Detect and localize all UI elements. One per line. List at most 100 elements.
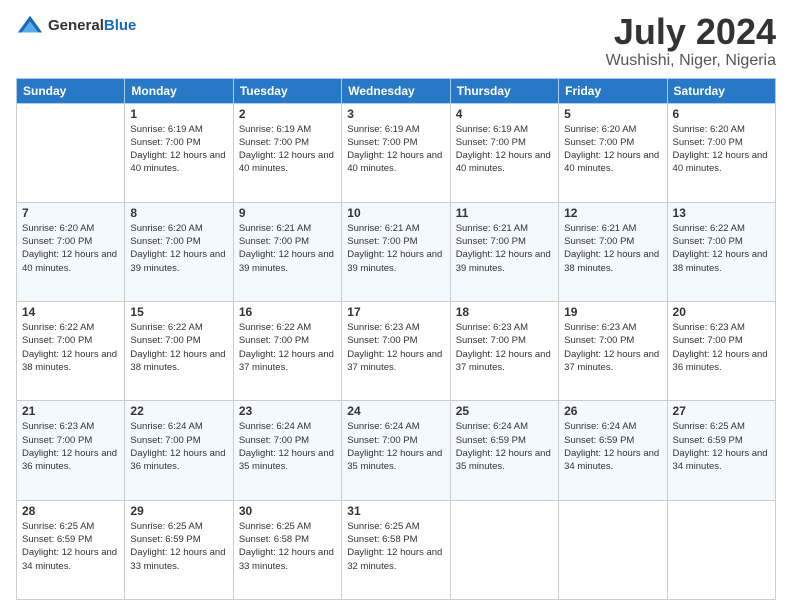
day-info: Sunrise: 6:25 AMSunset: 6:58 PMDaylight:…	[239, 520, 336, 573]
header: GeneralBlue July 2024 Wushishi, Niger, N…	[16, 12, 776, 70]
day-number: 13	[673, 206, 770, 220]
calendar-cell: 12 Sunrise: 6:21 AMSunset: 7:00 PMDayligh…	[559, 202, 667, 301]
calendar-cell: 2 Sunrise: 6:19 AMSunset: 7:00 PMDaylight…	[233, 103, 341, 202]
day-number: 19	[564, 305, 661, 319]
calendar-cell: 6Sunrise: 6:20 AMSunset: 7:00 PMDaylight…	[667, 103, 775, 202]
day-number: 20	[673, 305, 770, 319]
calendar-cell: 28 Sunrise: 6:25 AMSunset: 6:59 PMDayligh…	[17, 500, 125, 599]
day-info: Sunrise: 6:22 AMSunset: 7:00 PMDaylight:…	[130, 321, 227, 374]
day-header-sunday: Sunday	[17, 78, 125, 103]
day-info: Sunrise: 6:21 AMSunset: 7:00 PMDaylight:…	[239, 222, 336, 275]
day-info: Sunrise: 6:19 AMSunset: 7:00 PMDaylight:…	[347, 123, 444, 176]
day-number: 18	[456, 305, 553, 319]
day-info: Sunrise: 6:19 AMSunset: 7:00 PMDaylight:…	[130, 123, 227, 176]
day-info: Sunrise: 6:22 AMSunset: 7:00 PMDaylight:…	[673, 222, 770, 275]
calendar-cell: 7Sunrise: 6:20 AMSunset: 7:00 PMDaylight…	[17, 202, 125, 301]
day-info: Sunrise: 6:20 AMSunset: 7:00 PMDaylight:…	[564, 123, 661, 176]
day-info: Sunrise: 6:20 AMSunset: 7:00 PMDaylight:…	[22, 222, 119, 275]
calendar-cell	[450, 500, 558, 599]
calendar-cell: 16 Sunrise: 6:22 AMSunset: 7:00 PMDayligh…	[233, 302, 341, 401]
day-info: Sunrise: 6:25 AMSunset: 6:59 PMDaylight:…	[22, 520, 119, 573]
week-row-4: 21Sunrise: 6:23 AMSunset: 7:00 PMDayligh…	[17, 401, 776, 500]
day-info: Sunrise: 6:21 AMSunset: 7:00 PMDaylight:…	[564, 222, 661, 275]
day-info: Sunrise: 6:25 AMSunset: 6:59 PMDaylight:…	[673, 420, 770, 473]
day-info: Sunrise: 6:24 AMSunset: 6:59 PMDaylight:…	[564, 420, 661, 473]
calendar-cell: 20 Sunrise: 6:23 AMSunset: 7:00 PMDayligh…	[667, 302, 775, 401]
day-number: 16	[239, 305, 336, 319]
day-header-saturday: Saturday	[667, 78, 775, 103]
day-number: 15	[130, 305, 227, 319]
day-info: Sunrise: 6:23 AMSunset: 7:00 PMDaylight:…	[564, 321, 661, 374]
calendar-cell: 30 Sunrise: 6:25 AMSunset: 6:58 PMDayligh…	[233, 500, 341, 599]
days-header-row: SundayMondayTuesdayWednesdayThursdayFrid…	[17, 78, 776, 103]
calendar-cell: 27Sunrise: 6:25 AMSunset: 6:59 PMDayligh…	[667, 401, 775, 500]
calendar-cell: 8 Sunrise: 6:20 AMSunset: 7:00 PMDaylight…	[125, 202, 233, 301]
calendar-cell	[667, 500, 775, 599]
day-number: 29	[130, 504, 227, 518]
logo-text: GeneralBlue	[48, 18, 136, 35]
day-number: 21	[22, 404, 119, 418]
calendar-cell: 1Sunrise: 6:19 AMSunset: 7:00 PMDaylight…	[125, 103, 233, 202]
calendar-cell: 4 Sunrise: 6:19 AMSunset: 7:00 PMDaylight…	[450, 103, 558, 202]
day-number: 10	[347, 206, 444, 220]
logo-general: General	[48, 17, 104, 34]
day-number: 8	[130, 206, 227, 220]
calendar-cell: 22 Sunrise: 6:24 AMSunset: 7:00 PMDayligh…	[125, 401, 233, 500]
calendar-cell	[559, 500, 667, 599]
day-info: Sunrise: 6:23 AMSunset: 7:00 PMDaylight:…	[347, 321, 444, 374]
day-header-thursday: Thursday	[450, 78, 558, 103]
calendar-cell: 17Sunrise: 6:23 AMSunset: 7:00 PMDayligh…	[342, 302, 450, 401]
day-info: Sunrise: 6:21 AMSunset: 7:00 PMDaylight:…	[456, 222, 553, 275]
day-number: 26	[564, 404, 661, 418]
calendar-cell: 26 Sunrise: 6:24 AMSunset: 6:59 PMDayligh…	[559, 401, 667, 500]
calendar-cell: 31 Sunrise: 6:25 AMSunset: 6:58 PMDayligh…	[342, 500, 450, 599]
calendar-cell: 9 Sunrise: 6:21 AMSunset: 7:00 PMDaylight…	[233, 202, 341, 301]
logo-icon	[16, 12, 44, 40]
day-number: 30	[239, 504, 336, 518]
day-number: 12	[564, 206, 661, 220]
day-info: Sunrise: 6:24 AMSunset: 7:00 PMDaylight:…	[239, 420, 336, 473]
day-info: Sunrise: 6:20 AMSunset: 7:00 PMDaylight:…	[130, 222, 227, 275]
day-info: Sunrise: 6:22 AMSunset: 7:00 PMDaylight:…	[239, 321, 336, 374]
day-number: 2	[239, 107, 336, 121]
day-info: Sunrise: 6:19 AMSunset: 7:00 PMDaylight:…	[239, 123, 336, 176]
day-number: 22	[130, 404, 227, 418]
day-info: Sunrise: 6:24 AMSunset: 7:00 PMDaylight:…	[130, 420, 227, 473]
day-info: Sunrise: 6:23 AMSunset: 7:00 PMDaylight:…	[673, 321, 770, 374]
calendar-cell: 23Sunrise: 6:24 AMSunset: 7:00 PMDayligh…	[233, 401, 341, 500]
day-header-tuesday: Tuesday	[233, 78, 341, 103]
calendar-cell: 10 Sunrise: 6:21 AMSunset: 7:00 PMDayligh…	[342, 202, 450, 301]
day-number: 31	[347, 504, 444, 518]
calendar-cell: 18Sunrise: 6:23 AMSunset: 7:00 PMDayligh…	[450, 302, 558, 401]
day-info: Sunrise: 6:24 AMSunset: 6:59 PMDaylight:…	[456, 420, 553, 473]
day-number: 24	[347, 404, 444, 418]
title-block: July 2024 Wushishi, Niger, Nigeria	[606, 12, 776, 70]
day-info: Sunrise: 6:22 AMSunset: 7:00 PMDaylight:…	[22, 321, 119, 374]
day-header-wednesday: Wednesday	[342, 78, 450, 103]
day-number: 5	[564, 107, 661, 121]
week-row-1: 1Sunrise: 6:19 AMSunset: 7:00 PMDaylight…	[17, 103, 776, 202]
day-info: Sunrise: 6:20 AMSunset: 7:00 PMDaylight:…	[673, 123, 770, 176]
day-number: 14	[22, 305, 119, 319]
calendar-cell: 19 Sunrise: 6:23 AMSunset: 7:00 PMDayligh…	[559, 302, 667, 401]
week-row-3: 14 Sunrise: 6:22 AMSunset: 7:00 PMDayligh…	[17, 302, 776, 401]
day-info: Sunrise: 6:25 AMSunset: 6:59 PMDaylight:…	[130, 520, 227, 573]
day-info: Sunrise: 6:21 AMSunset: 7:00 PMDaylight:…	[347, 222, 444, 275]
day-number: 9	[239, 206, 336, 220]
day-info: Sunrise: 6:19 AMSunset: 7:00 PMDaylight:…	[456, 123, 553, 176]
day-header-friday: Friday	[559, 78, 667, 103]
logo: GeneralBlue	[16, 12, 136, 40]
calendar-table: SundayMondayTuesdayWednesdayThursdayFrid…	[16, 78, 776, 600]
day-info: Sunrise: 6:24 AMSunset: 7:00 PMDaylight:…	[347, 420, 444, 473]
day-number: 4	[456, 107, 553, 121]
week-row-5: 28 Sunrise: 6:25 AMSunset: 6:59 PMDayligh…	[17, 500, 776, 599]
day-number: 11	[456, 206, 553, 220]
day-number: 28	[22, 504, 119, 518]
calendar-cell: 24 Sunrise: 6:24 AMSunset: 7:00 PMDayligh…	[342, 401, 450, 500]
day-info: Sunrise: 6:25 AMSunset: 6:58 PMDaylight:…	[347, 520, 444, 573]
week-row-2: 7Sunrise: 6:20 AMSunset: 7:00 PMDaylight…	[17, 202, 776, 301]
day-number: 3	[347, 107, 444, 121]
page: GeneralBlue July 2024 Wushishi, Niger, N…	[0, 0, 792, 612]
calendar-cell: 21Sunrise: 6:23 AMSunset: 7:00 PMDayligh…	[17, 401, 125, 500]
calendar-cell: 29 Sunrise: 6:25 AMSunset: 6:59 PMDayligh…	[125, 500, 233, 599]
